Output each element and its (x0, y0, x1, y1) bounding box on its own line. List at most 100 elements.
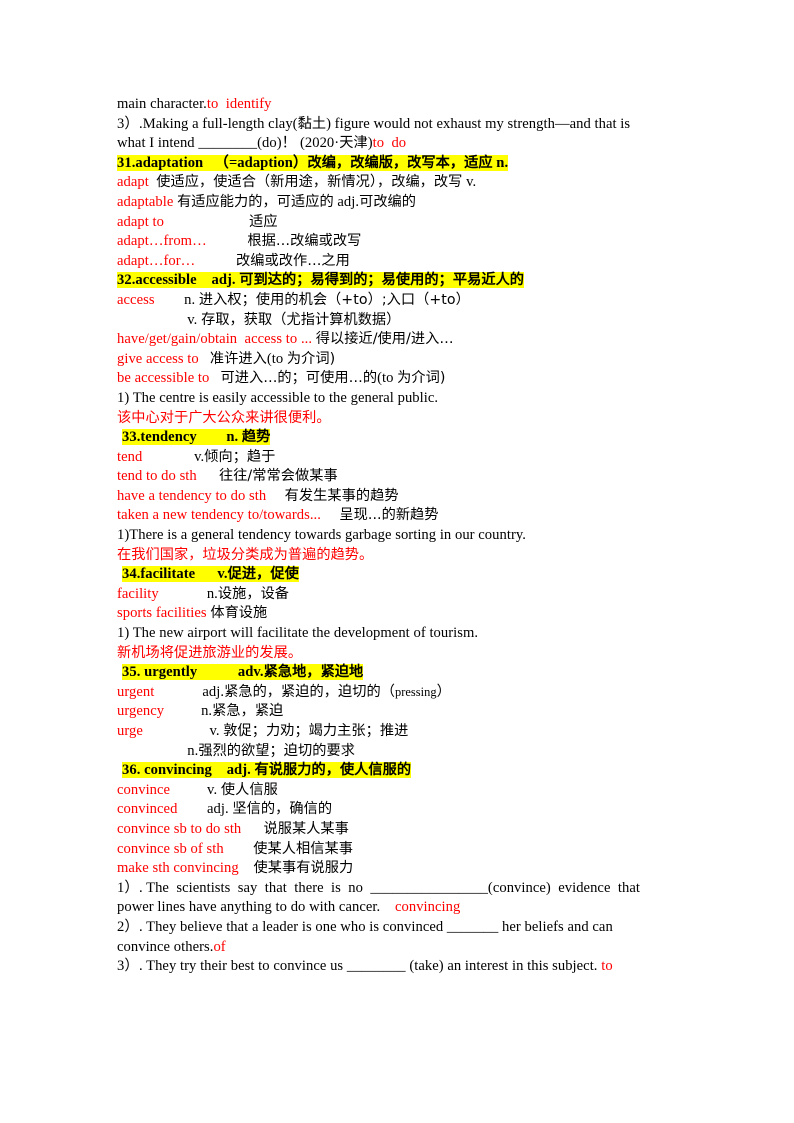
document-line: convince v. 使人信服 (117, 781, 677, 801)
document-line: 1) The new airport will facilitate the d… (117, 624, 677, 644)
text-run: 在我们国家，垃圾分类成为普遍的趋势。 (117, 546, 374, 563)
text-run: 存取，获取（尤指计算机数据） (201, 311, 401, 328)
document-line: main character.to identify (117, 95, 677, 115)
document-line: 1) The centre is easily accessible to th… (117, 389, 677, 409)
text-run: 33.tendency n. (122, 429, 242, 446)
text-run: 黏土 (297, 115, 327, 132)
text-run: 说服某人某事 (263, 820, 349, 837)
text-run: main character. (117, 96, 207, 112)
document-line: 在我们国家，垃圾分类成为普遍的趋势。 (117, 546, 677, 566)
text-run: 31.adaptation （=adaption） (117, 154, 308, 171)
text-run: 1)There is a general tendency towards ga… (117, 527, 526, 544)
text-run: 34.facilitate v. (122, 566, 228, 583)
vocab-entry-heading: 31.adaptation （=adaption）改编，改编版，改写本，适应 n… (117, 154, 677, 174)
vocab-entry-heading: 36. convincing adj. 有说服力的，使人信服的 (122, 761, 677, 781)
text-run: convince sb to do sth (117, 820, 242, 837)
text-run: 适应 (249, 213, 278, 230)
document-line: tend to do sth 往往/常常会做某事 (117, 467, 677, 487)
text-run: 紧急的，紧迫的，迫切的（ (224, 683, 395, 700)
text-run: 为介词) (286, 350, 336, 367)
text-run (207, 233, 248, 249)
text-run: 紧急，紧迫 (212, 703, 284, 720)
document-line: convince sb of sth 使某人相信某事 (117, 840, 677, 860)
text-run: ） (436, 683, 451, 700)
document-line: be accessible to 可进入…的；可使用…的(to 为介词) (117, 369, 677, 389)
text-run: (to (377, 370, 398, 387)
vocab-entry-heading: 35. urgently adv.紧急地，紧迫地 (122, 663, 677, 683)
text-run: what I intend ________(do)！ (2020· (117, 135, 340, 152)
text-run: give access to (117, 350, 199, 367)
text-run: n. (117, 742, 199, 759)
document-line: convince sb to do sth 说服某人某事 (117, 820, 677, 840)
text-run: adapt (117, 174, 149, 191)
text-run (266, 488, 285, 504)
document-line: have/get/gain/obtain access to ... 得以接近/… (117, 330, 677, 350)
text-run (197, 468, 219, 484)
text-run: urge (117, 723, 143, 739)
text-run: of (213, 938, 226, 955)
text-run: 为介词) (397, 370, 446, 387)
text-run: urgent (117, 683, 155, 700)
document-line: 该中心对于广大公众来讲很便利。 (117, 409, 677, 429)
text-run: adapt…from… (117, 233, 207, 250)
text-run: (to (266, 350, 287, 367)
text-run: 呈现...的新趋势 (339, 507, 439, 524)
text-run: to identify (206, 96, 272, 112)
text-run (199, 351, 210, 367)
document-line: 3）.Making a full-length clay(黏土) figure … (117, 115, 677, 135)
document-line: facility n.设施，设备 (117, 585, 677, 605)
text-run: v. (117, 311, 202, 328)
document-line: convinced adj. 坚信的，确信的 (117, 800, 677, 820)
document-line: adapt to 适应 (117, 213, 677, 233)
text-run: adaptable (117, 193, 174, 210)
document-line: access n. 进入权；使用的机会（+to）;入口（+to） (117, 291, 677, 311)
text-run: adj. (154, 683, 225, 700)
text-run: 使某人相信某事 (253, 840, 353, 857)
text-run: 使人信服 (220, 781, 278, 798)
document-line: urge v. 敦促；力劝；竭力主张；推进 (117, 722, 677, 742)
text-run (224, 841, 254, 857)
document-line: adapt 使适应，使适合（新用途，新情况），改编，改写 v. (117, 173, 677, 193)
text-run: 敦促；力劝；竭力主张；推进 (223, 723, 409, 739)
text-run (239, 860, 254, 876)
text-run: 紧急地，紧迫地 (263, 664, 364, 681)
document-line: give access to 准许进入(to 为介词) (117, 350, 677, 370)
text-run: adj. (177, 801, 233, 818)
text-run: facility (117, 585, 159, 602)
text-run: n. (158, 585, 218, 602)
text-run: urgency (117, 703, 165, 720)
document-line: 1）. The scientists say that there is no … (117, 879, 677, 899)
text-run: 可改编的 (359, 193, 417, 210)
text-run: 根据…改编或改写 (247, 233, 362, 250)
document-line: 1)There is a general tendency towards ga… (117, 526, 677, 546)
text-run: be accessible to (117, 370, 210, 387)
text-run: n. (154, 291, 199, 308)
document-line: sports facilities 体育设施 (117, 604, 677, 624)
text-run: 1) The new airport will facilitate the d… (117, 625, 479, 642)
document-line: 新机场将促进旅游业的发展。 (117, 644, 677, 664)
text-run: 准许进入 (209, 350, 267, 367)
document-line: what I intend ________(do)！ (2020·天津)to … (117, 134, 677, 154)
text-run: 可进入…的；可使用…的 (220, 370, 378, 387)
text-run (321, 507, 340, 523)
text-run: 促进，促使 (227, 566, 299, 583)
document-line: urgency n.紧急，紧迫 (117, 702, 677, 722)
text-run: have/get/gain/obtain access to ... (117, 331, 313, 348)
text-run: 使某事有说服力 (253, 860, 354, 877)
text-run: access (117, 291, 155, 308)
text-run: convince (117, 781, 171, 798)
text-run: 36. convincing adj. (122, 762, 255, 779)
text-run: 坚信的，确信的 (232, 801, 333, 818)
text-run: n. (164, 703, 213, 720)
text-run: have a tendency to do sth (117, 487, 267, 504)
text-run: to do (372, 135, 407, 152)
text-run: v. (142, 723, 224, 739)
text-run: 32.accessible adj. (117, 272, 240, 289)
document-text-body: main character.to identify 3）.Making a fu… (117, 95, 677, 977)
text-run: make sth convincing (117, 860, 239, 877)
text-run: v. (142, 448, 205, 465)
document-line: taken a new tendency to/towards... 呈现...… (117, 506, 677, 526)
text-run: 该中心对于广大公众来讲很便利。 (117, 409, 331, 426)
text-run: v. (462, 174, 477, 191)
text-run: 新机场将促进旅游业的发展。 (117, 644, 303, 661)
